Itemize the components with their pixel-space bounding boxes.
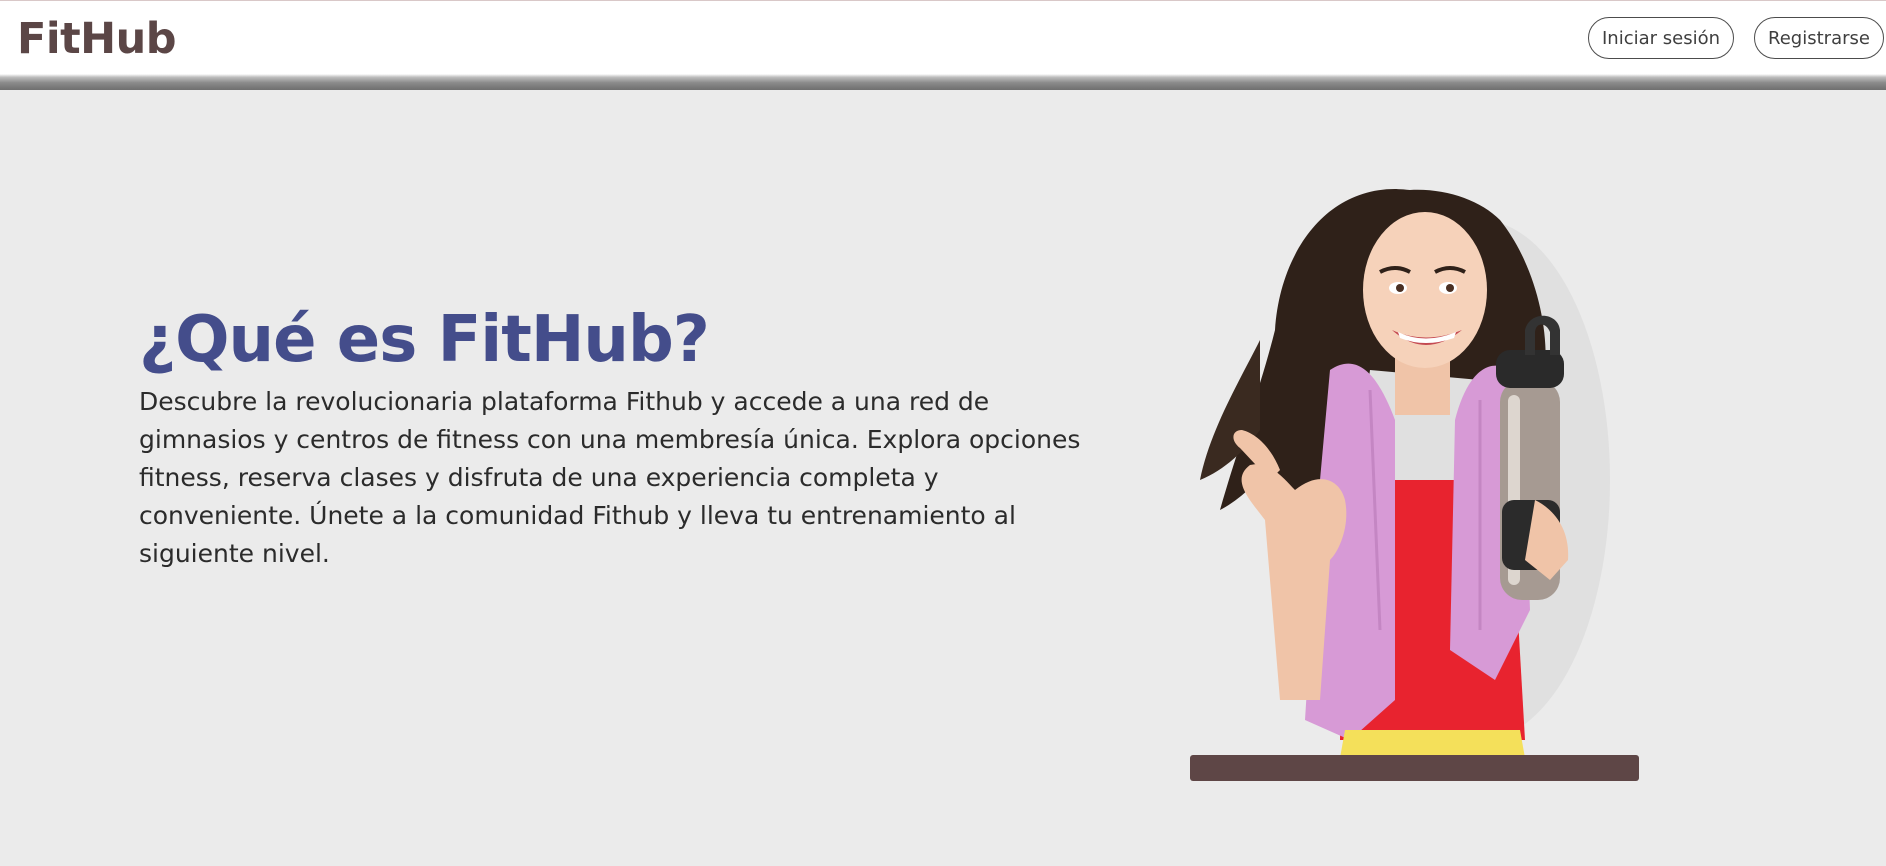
image-pedestal — [1190, 755, 1639, 781]
hero-description: Descubre la revolucionaria plataforma Fi… — [139, 387, 1081, 568]
register-button[interactable]: Registrarse — [1754, 17, 1884, 59]
login-button[interactable]: Iniciar sesión — [1588, 17, 1734, 59]
woman-fitness-photo — [1200, 189, 1610, 758]
fithub-logo[interactable]: FitHub — [17, 13, 177, 65]
hero-title: ¿Qué es FitHub? — [139, 303, 710, 377]
header-shadow-divider — [0, 74, 1886, 90]
top-navigation-bar: FitHub Iniciar sesión Registrarse — [0, 0, 1886, 74]
